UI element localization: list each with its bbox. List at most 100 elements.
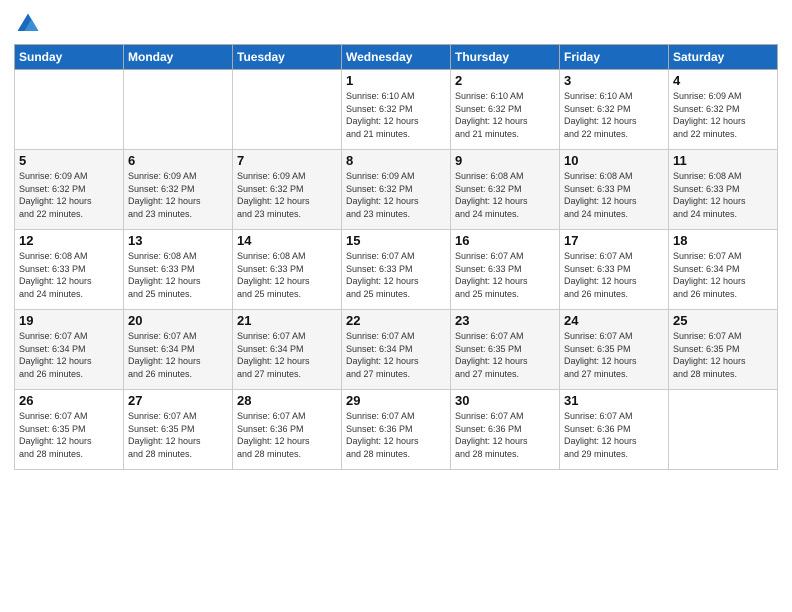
day-number: 19: [19, 313, 119, 328]
calendar-day-cell: 7 Sunrise: 6:09 AM Sunset: 6:32 PM Daylig…: [233, 150, 342, 230]
day-number: 5: [19, 153, 119, 168]
calendar-table: Sunday Monday Tuesday Wednesday Thursday…: [14, 44, 778, 470]
day-number: 7: [237, 153, 337, 168]
day-info: Sunrise: 6:09 AM Sunset: 6:32 PM Dayligh…: [128, 170, 228, 220]
calendar-day-cell: 4 Sunrise: 6:09 AM Sunset: 6:32 PM Daylig…: [669, 70, 778, 150]
header-friday: Friday: [560, 45, 669, 70]
day-info: Sunrise: 6:07 AM Sunset: 6:36 PM Dayligh…: [455, 410, 555, 460]
calendar-page: Sunday Monday Tuesday Wednesday Thursday…: [0, 0, 792, 612]
header-sunday: Sunday: [15, 45, 124, 70]
day-info: Sunrise: 6:08 AM Sunset: 6:33 PM Dayligh…: [237, 250, 337, 300]
day-number: 14: [237, 233, 337, 248]
day-number: 25: [673, 313, 773, 328]
day-info: Sunrise: 6:07 AM Sunset: 6:34 PM Dayligh…: [128, 330, 228, 380]
day-info: Sunrise: 6:07 AM Sunset: 6:35 PM Dayligh…: [673, 330, 773, 380]
header-wednesday: Wednesday: [342, 45, 451, 70]
day-info: Sunrise: 6:07 AM Sunset: 6:36 PM Dayligh…: [564, 410, 664, 460]
calendar-week-row: 12Sunrise: 6:08 AM Sunset: 6:33 PM Dayli…: [15, 230, 778, 310]
day-number: 9: [455, 153, 555, 168]
calendar-day-cell: 15Sunrise: 6:07 AM Sunset: 6:33 PM Dayli…: [342, 230, 451, 310]
day-number: 17: [564, 233, 664, 248]
day-info: Sunrise: 6:07 AM Sunset: 6:33 PM Dayligh…: [564, 250, 664, 300]
day-info: Sunrise: 6:07 AM Sunset: 6:35 PM Dayligh…: [128, 410, 228, 460]
day-info: Sunrise: 6:07 AM Sunset: 6:35 PM Dayligh…: [564, 330, 664, 380]
header-tuesday: Tuesday: [233, 45, 342, 70]
calendar-day-cell: 10 Sunrise: 6:08 AM Sunset: 6:33 PM Dayli…: [560, 150, 669, 230]
calendar-day-cell: [669, 390, 778, 470]
day-info: Sunrise: 6:08 AM Sunset: 6:32 PM Dayligh…: [455, 170, 555, 220]
day-info: Sunrise: 6:08 AM Sunset: 6:33 PM Dayligh…: [564, 170, 664, 220]
calendar-day-cell: 25 Sunrise: 6:07 AM Sunset: 6:35 PM Dayli…: [669, 310, 778, 390]
calendar-day-cell: 13 Sunrise: 6:08 AM Sunset: 6:33 PM Dayli…: [124, 230, 233, 310]
day-info: Sunrise: 6:07 AM Sunset: 6:36 PM Dayligh…: [346, 410, 446, 460]
day-number: 16: [455, 233, 555, 248]
day-number: 21: [237, 313, 337, 328]
day-number: 10: [564, 153, 664, 168]
calendar-day-cell: 3 Sunrise: 6:10 AM Sunset: 6:32 PM Daylig…: [560, 70, 669, 150]
calendar-day-cell: 6 Sunrise: 6:09 AM Sunset: 6:32 PM Daylig…: [124, 150, 233, 230]
day-info: Sunrise: 6:07 AM Sunset: 6:34 PM Dayligh…: [673, 250, 773, 300]
calendar-week-row: 5 Sunrise: 6:09 AM Sunset: 6:32 PM Daylig…: [15, 150, 778, 230]
day-info: Sunrise: 6:10 AM Sunset: 6:32 PM Dayligh…: [564, 90, 664, 140]
day-info: Sunrise: 6:08 AM Sunset: 6:33 PM Dayligh…: [128, 250, 228, 300]
day-number: 3: [564, 73, 664, 88]
day-info: Sunrise: 6:10 AM Sunset: 6:32 PM Dayligh…: [346, 90, 446, 140]
day-info: Sunrise: 6:07 AM Sunset: 6:36 PM Dayligh…: [237, 410, 337, 460]
calendar-week-row: 26 Sunrise: 6:07 AM Sunset: 6:35 PM Dayli…: [15, 390, 778, 470]
calendar-day-cell: 30 Sunrise: 6:07 AM Sunset: 6:36 PM Dayli…: [451, 390, 560, 470]
day-info: Sunrise: 6:09 AM Sunset: 6:32 PM Dayligh…: [237, 170, 337, 220]
day-number: 6: [128, 153, 228, 168]
day-info: Sunrise: 6:09 AM Sunset: 6:32 PM Dayligh…: [346, 170, 446, 220]
day-number: 28: [237, 393, 337, 408]
calendar-day-cell: [233, 70, 342, 150]
day-number: 4: [673, 73, 773, 88]
day-number: 18: [673, 233, 773, 248]
day-number: 2: [455, 73, 555, 88]
day-info: Sunrise: 6:10 AM Sunset: 6:32 PM Dayligh…: [455, 90, 555, 140]
day-info: Sunrise: 6:07 AM Sunset: 6:33 PM Dayligh…: [346, 250, 446, 300]
day-info: Sunrise: 6:07 AM Sunset: 6:34 PM Dayligh…: [19, 330, 119, 380]
calendar-day-cell: [124, 70, 233, 150]
calendar-day-cell: 23Sunrise: 6:07 AM Sunset: 6:35 PM Dayli…: [451, 310, 560, 390]
day-number: 8: [346, 153, 446, 168]
day-number: 31: [564, 393, 664, 408]
header-thursday: Thursday: [451, 45, 560, 70]
day-info: Sunrise: 6:07 AM Sunset: 6:35 PM Dayligh…: [455, 330, 555, 380]
logo-icon: [14, 10, 42, 38]
day-number: 30: [455, 393, 555, 408]
day-number: 11: [673, 153, 773, 168]
header-monday: Monday: [124, 45, 233, 70]
day-info: Sunrise: 6:07 AM Sunset: 6:35 PM Dayligh…: [19, 410, 119, 460]
calendar-day-cell: 29Sunrise: 6:07 AM Sunset: 6:36 PM Dayli…: [342, 390, 451, 470]
calendar-day-cell: 12Sunrise: 6:08 AM Sunset: 6:33 PM Dayli…: [15, 230, 124, 310]
day-info: Sunrise: 6:07 AM Sunset: 6:33 PM Dayligh…: [455, 250, 555, 300]
calendar-week-row: 19 Sunrise: 6:07 AM Sunset: 6:34 PM Dayli…: [15, 310, 778, 390]
day-info: Sunrise: 6:07 AM Sunset: 6:34 PM Dayligh…: [346, 330, 446, 380]
calendar-day-cell: 26 Sunrise: 6:07 AM Sunset: 6:35 PM Dayli…: [15, 390, 124, 470]
calendar-day-cell: 8 Sunrise: 6:09 AM Sunset: 6:32 PM Daylig…: [342, 150, 451, 230]
calendar-day-cell: 19 Sunrise: 6:07 AM Sunset: 6:34 PM Dayli…: [15, 310, 124, 390]
calendar-day-cell: 22 Sunrise: 6:07 AM Sunset: 6:34 PM Dayli…: [342, 310, 451, 390]
day-number: 24: [564, 313, 664, 328]
calendar-day-cell: 14 Sunrise: 6:08 AM Sunset: 6:33 PM Dayli…: [233, 230, 342, 310]
calendar-day-cell: [15, 70, 124, 150]
page-header: [14, 10, 778, 38]
header-saturday: Saturday: [669, 45, 778, 70]
day-info: Sunrise: 6:09 AM Sunset: 6:32 PM Dayligh…: [673, 90, 773, 140]
calendar-day-cell: 27 Sunrise: 6:07 AM Sunset: 6:35 PM Dayli…: [124, 390, 233, 470]
day-number: 13: [128, 233, 228, 248]
day-info: Sunrise: 6:08 AM Sunset: 6:33 PM Dayligh…: [19, 250, 119, 300]
day-number: 26: [19, 393, 119, 408]
calendar-day-cell: 9 Sunrise: 6:08 AM Sunset: 6:32 PM Daylig…: [451, 150, 560, 230]
calendar-week-row: 1Sunrise: 6:10 AM Sunset: 6:32 PM Daylig…: [15, 70, 778, 150]
calendar-day-cell: 1Sunrise: 6:10 AM Sunset: 6:32 PM Daylig…: [342, 70, 451, 150]
calendar-day-cell: 2 Sunrise: 6:10 AM Sunset: 6:32 PM Daylig…: [451, 70, 560, 150]
calendar-day-cell: 20Sunrise: 6:07 AM Sunset: 6:34 PM Dayli…: [124, 310, 233, 390]
day-number: 22: [346, 313, 446, 328]
calendar-day-cell: 18 Sunrise: 6:07 AM Sunset: 6:34 PM Dayli…: [669, 230, 778, 310]
day-number: 27: [128, 393, 228, 408]
calendar-day-cell: 28 Sunrise: 6:07 AM Sunset: 6:36 PM Dayli…: [233, 390, 342, 470]
day-info: Sunrise: 6:07 AM Sunset: 6:34 PM Dayligh…: [237, 330, 337, 380]
calendar-header-row: Sunday Monday Tuesday Wednesday Thursday…: [15, 45, 778, 70]
calendar-day-cell: 16 Sunrise: 6:07 AM Sunset: 6:33 PM Dayli…: [451, 230, 560, 310]
